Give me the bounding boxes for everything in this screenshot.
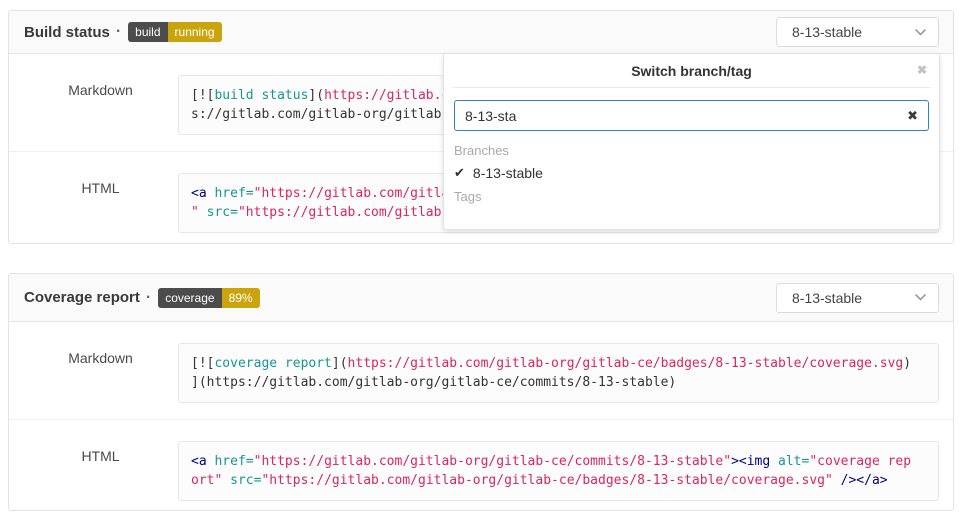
html-code-block[interactable]: <a href="https://gitlab.com/gitlab-org/g… — [178, 441, 939, 501]
coverage-report-panel-body: Markdown [![coverage report](https://git… — [9, 322, 953, 517]
panel-title: Coverage report — [24, 289, 140, 306]
html-row: HTML <a href="https://gitlab.com/gitlab-… — [9, 419, 953, 517]
branch-item-label: 8-13-stable — [473, 165, 543, 181]
branch-item-8-13-stable[interactable]: ✔ 8-13-stable — [454, 161, 929, 185]
coverage-badge: coverage 89% — [158, 288, 259, 308]
close-icon[interactable]: ✖ — [917, 64, 927, 76]
build-status-panel-header: Build status · build running 8-13-stable — [9, 11, 953, 54]
markdown-row: Markdown [![coverage report](https://git… — [9, 322, 953, 419]
chevron-down-icon — [915, 29, 926, 36]
html-label: HTML — [23, 441, 178, 501]
branch-search: ✖ — [444, 88, 939, 133]
coverage-report-panel-header: Coverage report · coverage 89% 8-13-stab… — [9, 274, 953, 322]
markdown-label: Markdown — [23, 343, 178, 403]
coverage-report-panel: Coverage report · coverage 89% 8-13-stab… — [8, 273, 954, 511]
badge-key: build — [128, 22, 167, 42]
build-status-badge: build running — [128, 22, 221, 42]
branch-selector-button[interactable]: 8-13-stable — [776, 283, 939, 313]
clear-search-icon[interactable]: ✖ — [907, 109, 918, 122]
tags-group-header: Tags — [454, 185, 929, 207]
chevron-down-icon — [915, 294, 926, 301]
title-separator: · — [146, 289, 151, 307]
badge-key: coverage — [158, 288, 221, 308]
branch-search-input[interactable] — [454, 100, 929, 131]
markdown-label: Markdown — [23, 75, 178, 135]
dropdown-title-bar: Switch branch/tag ✖ — [452, 54, 931, 88]
badge-value: running — [168, 22, 222, 42]
branches-group-header: Branches — [454, 139, 929, 161]
panel-title: Build status — [24, 24, 110, 41]
badge-value: 89% — [222, 288, 260, 308]
branch-selector-label: 8-13-stable — [792, 290, 862, 306]
markdown-code-block[interactable]: [![coverage report](https://gitlab.com/g… — [178, 343, 939, 403]
branch-list: Branches ✔ 8-13-stable Tags — [444, 133, 939, 217]
html-label: HTML — [23, 173, 178, 233]
dropdown-title: Switch branch/tag — [631, 63, 752, 79]
branch-selector-label: 8-13-stable — [792, 24, 862, 40]
title-separator: · — [116, 23, 121, 41]
check-icon: ✔ — [454, 165, 465, 181]
switch-branch-dropdown: Switch branch/tag ✖ ✖ Branches ✔ 8-13-st… — [443, 53, 940, 230]
branch-selector-button[interactable]: 8-13-stable — [776, 17, 939, 47]
